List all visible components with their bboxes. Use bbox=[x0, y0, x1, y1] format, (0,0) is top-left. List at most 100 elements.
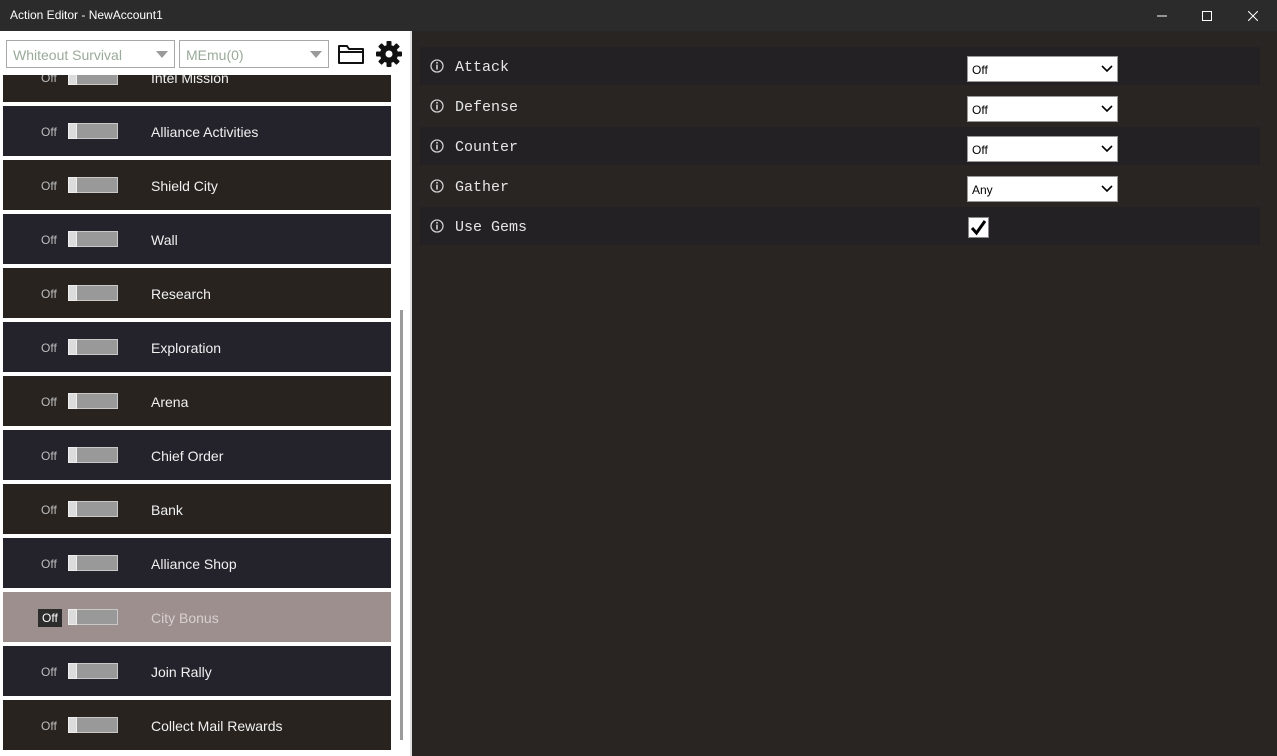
list-item-selected[interactable]: Off City Bonus bbox=[3, 592, 391, 642]
action-list[interactable]: Off Intel Mission Off Alliance Activitie… bbox=[0, 75, 394, 756]
action-label: Intel Mission bbox=[151, 75, 229, 86]
emulator-select-value: MEmu(0) bbox=[186, 47, 244, 63]
toggle-switch[interactable] bbox=[68, 555, 118, 571]
gather-select-value: Any bbox=[972, 183, 993, 197]
chevron-down-icon bbox=[1101, 105, 1113, 113]
list-item[interactable]: Off Alliance Shop bbox=[3, 538, 391, 588]
list-item[interactable]: Off Alliance Activities bbox=[3, 106, 391, 156]
setting-row-defense: Defense Off bbox=[420, 87, 1260, 125]
toggle-switch[interactable] bbox=[68, 663, 118, 679]
attack-select[interactable]: Off bbox=[967, 56, 1118, 82]
setting-name: Defense bbox=[455, 99, 519, 116]
toggle-knob bbox=[68, 501, 77, 517]
toggle-switch[interactable] bbox=[68, 609, 118, 625]
toggle-switch[interactable] bbox=[68, 177, 118, 193]
info-icon[interactable] bbox=[430, 179, 444, 193]
toggle-state-label: Off bbox=[41, 75, 57, 85]
toggle-state-label: Off bbox=[41, 341, 57, 355]
list-item[interactable]: Off Wall bbox=[3, 214, 391, 264]
close-icon bbox=[1248, 10, 1258, 21]
close-button[interactable] bbox=[1230, 0, 1276, 31]
toggle-switch[interactable] bbox=[68, 285, 118, 301]
toggle-knob bbox=[68, 393, 77, 409]
toggle-knob bbox=[68, 663, 77, 679]
action-label: Collect Mail Rewards bbox=[151, 718, 283, 734]
toggle-knob bbox=[68, 717, 77, 733]
list-item[interactable]: Off Bank bbox=[3, 484, 391, 534]
list-scrollbar[interactable] bbox=[400, 310, 403, 740]
toggle-switch[interactable] bbox=[68, 393, 118, 409]
action-label: Exploration bbox=[151, 340, 222, 356]
toggle-state-label: Off bbox=[41, 503, 57, 517]
action-label: Research bbox=[151, 286, 211, 302]
toggle-state-label: Off bbox=[41, 233, 57, 247]
toggle-switch[interactable] bbox=[68, 75, 118, 85]
settings-button[interactable] bbox=[375, 40, 403, 68]
list-item[interactable]: Off Exploration bbox=[3, 322, 391, 372]
action-label: Wall bbox=[151, 232, 178, 248]
list-item[interactable]: Off Join Rally bbox=[3, 646, 391, 696]
info-icon[interactable] bbox=[430, 59, 444, 73]
checkmark-icon bbox=[970, 220, 987, 236]
setting-row-use-gems: Use Gems bbox=[420, 207, 1260, 245]
list-item[interactable]: Off Intel Mission bbox=[3, 75, 391, 102]
toggle-switch[interactable] bbox=[68, 501, 118, 517]
action-editor-window: Action Editor - NewAccount1 Whiteout Sur… bbox=[0, 0, 1277, 756]
minimize-button[interactable] bbox=[1139, 0, 1185, 31]
window-title: Action Editor - NewAccount1 bbox=[10, 8, 163, 22]
defense-select[interactable]: Off bbox=[967, 96, 1118, 122]
toggle-knob bbox=[68, 177, 77, 193]
info-icon[interactable] bbox=[430, 139, 444, 153]
toggle-knob bbox=[68, 555, 77, 571]
toggle-knob bbox=[68, 447, 77, 463]
maximize-button[interactable] bbox=[1184, 0, 1230, 31]
gear-icon bbox=[376, 41, 402, 67]
list-item[interactable]: Off Chief Order bbox=[3, 430, 391, 480]
toggle-knob bbox=[68, 123, 77, 139]
setting-row-attack: Attack Off bbox=[420, 47, 1260, 85]
gather-select[interactable]: Any bbox=[967, 176, 1118, 202]
info-icon[interactable] bbox=[430, 219, 444, 233]
list-item[interactable]: Off Shield City bbox=[3, 160, 391, 210]
toggle-switch[interactable] bbox=[68, 231, 118, 247]
toggle-state-label: Off bbox=[38, 609, 62, 627]
toggle-state-label: Off bbox=[41, 125, 57, 139]
game-select[interactable]: Whiteout Survival bbox=[6, 40, 175, 68]
action-label: Arena bbox=[151, 394, 189, 410]
info-icon[interactable] bbox=[430, 99, 444, 113]
open-folder-button[interactable] bbox=[337, 40, 365, 68]
left-panel: Whiteout Survival MEmu(0) Off Intel Miss… bbox=[0, 31, 410, 756]
game-select-value: Whiteout Survival bbox=[13, 47, 122, 63]
action-label: Join Rally bbox=[151, 664, 212, 680]
setting-name: Use Gems bbox=[455, 219, 528, 236]
action-label: Chief Order bbox=[151, 448, 224, 464]
setting-row-gather: Gather Any bbox=[420, 167, 1260, 205]
toggle-state-label: Off bbox=[41, 287, 57, 301]
toggle-state-label: Off bbox=[41, 719, 57, 733]
toggle-knob bbox=[68, 231, 77, 247]
toggle-switch[interactable] bbox=[68, 717, 118, 733]
list-item[interactable]: Off Collect Mail Rewards bbox=[3, 700, 391, 750]
folder-icon bbox=[338, 45, 364, 64]
toolbar: Whiteout Survival MEmu(0) bbox=[0, 31, 410, 75]
toggle-state-label: Off bbox=[41, 665, 57, 679]
title-bar: Action Editor - NewAccount1 bbox=[0, 0, 1277, 31]
toggle-knob bbox=[68, 285, 77, 301]
counter-select[interactable]: Off bbox=[967, 136, 1118, 162]
toggle-state-label: Off bbox=[41, 179, 57, 193]
toggle-switch[interactable] bbox=[68, 339, 118, 355]
use-gems-checkbox[interactable] bbox=[968, 217, 989, 238]
emulator-select[interactable]: MEmu(0) bbox=[179, 40, 329, 68]
chevron-down-icon bbox=[1101, 65, 1113, 73]
list-item[interactable]: Off Research bbox=[3, 268, 391, 318]
toggle-knob bbox=[68, 339, 77, 355]
minimize-icon bbox=[1157, 15, 1167, 16]
attack-select-value: Off bbox=[972, 63, 988, 77]
toggle-knob bbox=[68, 75, 77, 85]
list-item[interactable]: Off Arena bbox=[3, 376, 391, 426]
setting-name: Attack bbox=[455, 59, 510, 76]
toggle-state-label: Off bbox=[41, 395, 57, 409]
toggle-switch[interactable] bbox=[68, 447, 118, 463]
toggle-switch[interactable] bbox=[68, 123, 118, 139]
setting-row-counter: Counter Off bbox=[420, 127, 1260, 165]
